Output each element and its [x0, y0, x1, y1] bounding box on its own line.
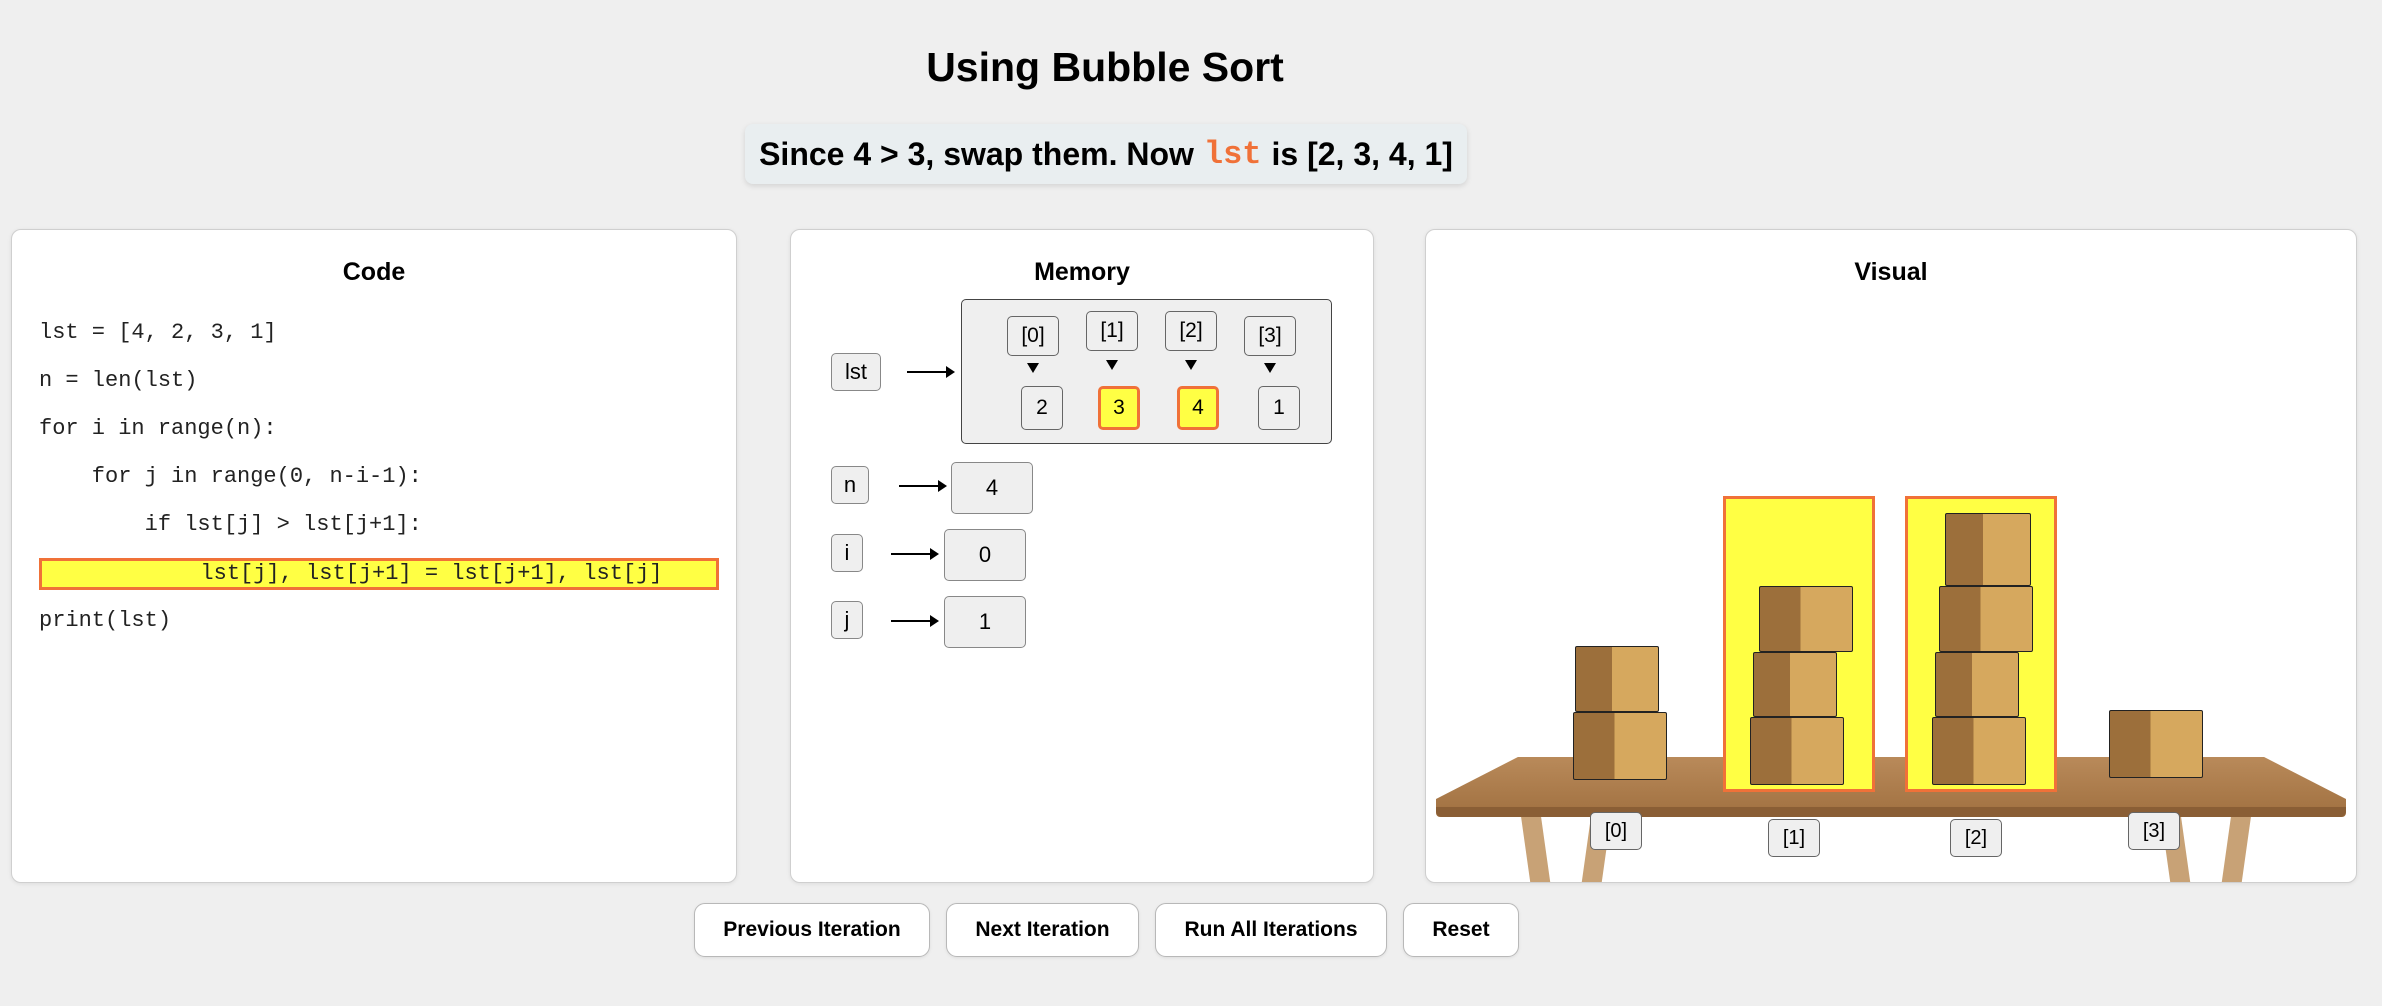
arrow-icon [907, 366, 955, 378]
var-value-i: 0 [944, 529, 1026, 581]
var-name-i: i [831, 534, 863, 572]
previous-iteration-button[interactable]: Previous Iteration [694, 903, 930, 957]
list-cell: 1 [1258, 386, 1300, 430]
var-value-n: 4 [951, 462, 1033, 514]
box [1750, 717, 1844, 785]
code-line: print(lst) [39, 608, 172, 633]
list-cell-highlighted: 4 [1177, 386, 1219, 430]
box [2109, 710, 2203, 778]
memory-panel-title: Memory [1034, 258, 1130, 286]
slot-label: [1] [1768, 819, 1820, 857]
box [1945, 513, 2031, 586]
code-line: lst = [4, 2, 3, 1] [39, 320, 277, 345]
code-panel: Code lst = [4, 2, 3, 1] n = len(lst) for… [11, 229, 737, 883]
box [1575, 646, 1659, 712]
box [1573, 712, 1667, 780]
visual-panel-title: Visual [1854, 258, 1928, 286]
explanation-code-word: lst [1203, 135, 1262, 173]
list-index: [0] [1007, 316, 1059, 356]
table-leg [2221, 817, 2251, 882]
down-arrow-icon [1264, 363, 1276, 373]
code-panel-title: Code [342, 258, 406, 286]
box [1753, 652, 1837, 717]
active-code-line: lst[j], lst[j+1] = lst[j+1], lst[j] [39, 558, 719, 590]
down-arrow-icon [1185, 360, 1197, 370]
box [1932, 717, 2026, 785]
list-container: [0] [1] [2] [3] 2 3 4 1 [961, 299, 1332, 444]
var-name-n: n [831, 466, 869, 504]
list-cell: 2 [1021, 386, 1063, 430]
list-cell-highlighted: 3 [1098, 386, 1140, 430]
var-name-lst: lst [831, 353, 881, 391]
memory-panel: Memory lst [0] [1] [2] [3] 2 3 4 1 n 4 i… [790, 229, 1374, 883]
list-index: [3] [1244, 316, 1296, 356]
slot-label: [0] [1590, 812, 1642, 850]
var-value-j: 1 [944, 596, 1026, 648]
slot-label: [3] [2128, 812, 2180, 850]
list-index: [1] [1086, 311, 1138, 351]
visual-panel: Visual [0] [1] [2] [3] [1425, 229, 2357, 883]
reset-button[interactable]: Reset [1403, 903, 1519, 957]
next-iteration-button[interactable]: Next Iteration [946, 903, 1139, 957]
table-leg [1521, 817, 1551, 882]
code-line: if lst[j] > lst[j+1]: [39, 512, 422, 537]
slot-label: [2] [1950, 819, 2002, 857]
explanation-suffix: is [2, 3, 4, 1] [1271, 135, 1453, 172]
var-name-j: j [831, 601, 863, 639]
box [1759, 586, 1853, 652]
box [1935, 652, 2019, 717]
down-arrow-icon [1106, 360, 1118, 370]
down-arrow-icon [1027, 363, 1039, 373]
box [1939, 586, 2033, 652]
arrow-icon [891, 548, 939, 560]
explanation-prefix: Since 4 > 3, swap them. Now [759, 135, 1194, 172]
run-all-iterations-button[interactable]: Run All Iterations [1155, 903, 1387, 957]
code-line: for i in range(n): [39, 416, 277, 441]
arrow-icon [891, 615, 939, 627]
code-line: for j in range(0, n-i-1): [39, 464, 422, 489]
step-explanation: Since 4 > 3, swap them. Now lst is [2, 3… [745, 124, 1467, 184]
table-edge [1436, 807, 2346, 817]
list-index: [2] [1165, 311, 1217, 351]
code-line: n = len(lst) [39, 368, 198, 393]
page-title: Using Bubble Sort [926, 44, 1284, 90]
arrow-icon [899, 480, 947, 492]
